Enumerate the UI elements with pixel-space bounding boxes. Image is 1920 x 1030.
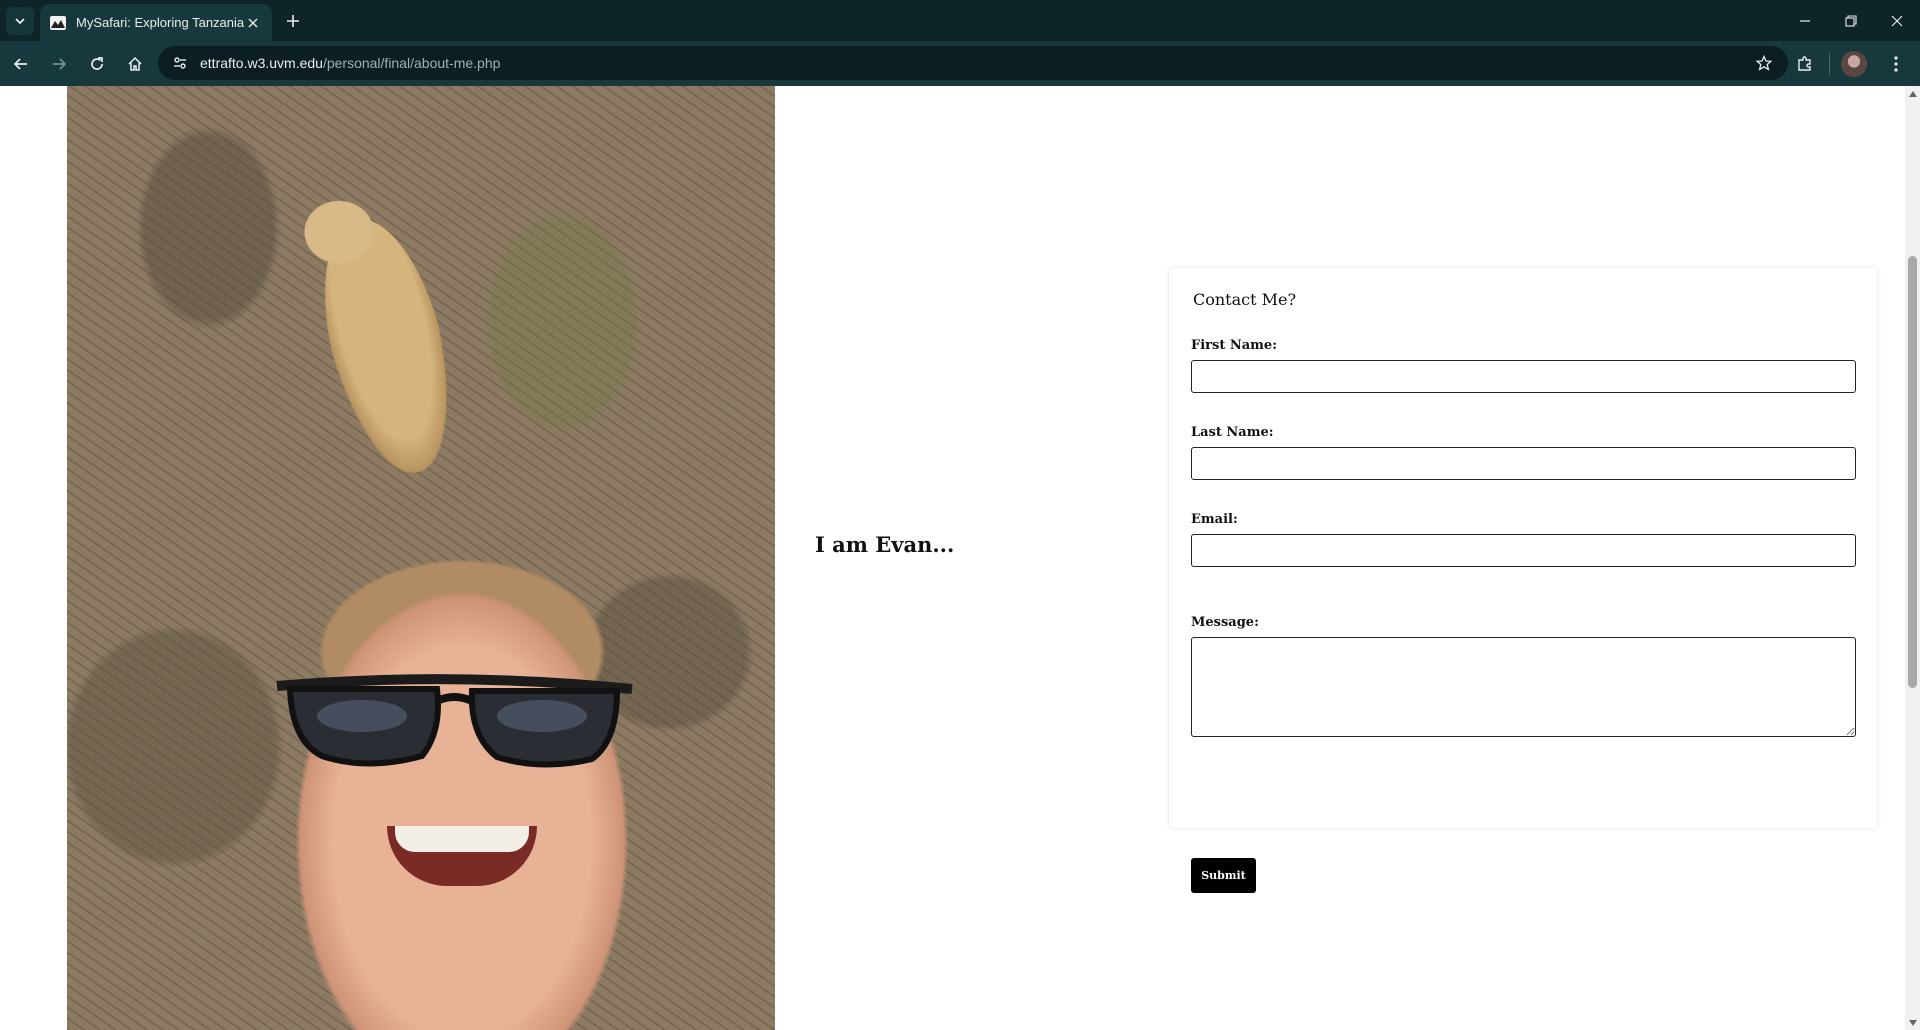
- sunglasses-icon: [276, 674, 633, 768]
- tab-close-button[interactable]: [244, 14, 262, 32]
- avatar: [1841, 50, 1867, 77]
- first-name-input[interactable]: [1191, 360, 1856, 393]
- url-path: /personal/final/about-me.php: [322, 55, 501, 71]
- extensions-button[interactable]: [1787, 46, 1823, 82]
- window-controls: [1782, 0, 1920, 41]
- browser-titlebar: MySafari: Exploring Tanzania: [0, 0, 1920, 41]
- profile-photo: [67, 86, 775, 1030]
- scrollbar-thumb[interactable]: [1908, 256, 1917, 688]
- intro-heading: I am Evan...: [815, 532, 955, 557]
- scroll-up-arrow-icon[interactable]: [1908, 89, 1917, 98]
- close-window-button[interactable]: [1874, 0, 1920, 41]
- tab-search-button[interactable]: [6, 6, 34, 35]
- page-viewport: I am Evan... Contact Me? First Name: Las…: [0, 86, 1905, 1030]
- teeth: [395, 826, 529, 852]
- page-scrollbar[interactable]: [1905, 86, 1920, 1030]
- forward-arrow-icon: [53, 57, 67, 70]
- minimize-button[interactable]: [1782, 0, 1828, 41]
- profile-button[interactable]: [1836, 46, 1872, 82]
- email-label: Email:: [1191, 512, 1238, 527]
- close-icon: [1891, 15, 1903, 26]
- kebab-menu-icon: [1894, 55, 1898, 72]
- scroll-down-arrow-icon[interactable]: [1908, 1018, 1917, 1027]
- close-icon: [248, 18, 258, 27]
- new-tab-button[interactable]: [280, 8, 306, 34]
- back-button[interactable]: [4, 47, 38, 81]
- browser-tab-active[interactable]: MySafari: Exploring Tanzania: [40, 4, 272, 41]
- site-info-button[interactable]: [168, 51, 192, 75]
- browser-menu-button[interactable]: [1878, 46, 1914, 82]
- chevron-down-icon: [15, 17, 25, 24]
- forward-button[interactable]: [42, 47, 76, 81]
- url-text: ettrafto.w3.uvm.edu/personal/final/about…: [200, 55, 500, 71]
- star-icon: [1756, 55, 1772, 71]
- last-name-label: Last Name:: [1191, 425, 1274, 440]
- last-name-input[interactable]: [1191, 447, 1856, 480]
- home-button[interactable]: [118, 47, 152, 81]
- submit-button[interactable]: Submit: [1191, 858, 1256, 893]
- back-arrow-icon: [13, 57, 27, 70]
- minimize-icon: [1800, 19, 1810, 22]
- bookmark-button[interactable]: [1752, 51, 1776, 75]
- restore-button[interactable]: [1828, 0, 1874, 41]
- email-input[interactable]: [1191, 534, 1856, 567]
- message-textarea[interactable]: [1191, 637, 1856, 737]
- site-favicon-icon: [50, 15, 66, 31]
- restore-icon: [1845, 14, 1857, 27]
- browser-toolbar: ettrafto.w3.uvm.edu/personal/final/about…: [0, 41, 1920, 86]
- puzzle-icon: [1798, 55, 1811, 71]
- reload-button[interactable]: [80, 47, 114, 81]
- toolbar-right: [1787, 41, 1920, 86]
- address-bar[interactable]: ettrafto.w3.uvm.edu/personal/final/about…: [158, 46, 1788, 80]
- reload-icon: [91, 56, 103, 70]
- tab-title: MySafari: Exploring Tanzania: [76, 15, 244, 30]
- site-settings-icon: [174, 57, 186, 69]
- lioness-head: [299, 196, 379, 268]
- plus-icon: [287, 15, 299, 27]
- url-host: ettrafto.w3.uvm.edu: [200, 55, 323, 71]
- home-icon: [128, 56, 142, 71]
- contact-form: Contact Me? First Name: Last Name: Email…: [1169, 268, 1877, 893]
- toolbar-divider: [1829, 52, 1830, 75]
- contact-form-title: Contact Me?: [1193, 290, 1297, 309]
- message-label: Message:: [1191, 615, 1259, 630]
- first-name-label: First Name:: [1191, 338, 1277, 353]
